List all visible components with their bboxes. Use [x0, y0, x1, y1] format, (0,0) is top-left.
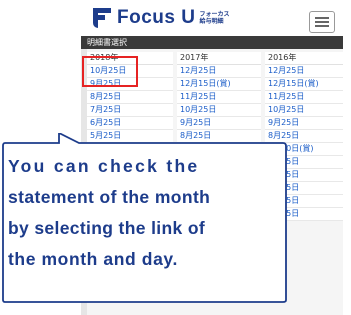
logo: Focus U フォーカス 給与明細 — [93, 7, 229, 29]
logo-subtitle: フォーカス 給与明細 — [199, 11, 230, 25]
statement-date-link[interactable]: 12月15日(賞) — [265, 78, 343, 91]
logo-text: Focus U — [117, 7, 196, 28]
statement-date-link[interactable]: 9月25日 — [265, 117, 343, 130]
callout-line-4: the month and day. — [8, 249, 178, 269]
callout-line-2: statement of the month — [8, 187, 211, 207]
section-title: 明細書選択 — [81, 36, 343, 49]
statement-date-link[interactable]: 10月25日 — [265, 104, 343, 117]
hamburger-menu-button[interactable] — [309, 11, 335, 33]
year-header: 2016年 — [265, 52, 343, 65]
statement-date-link[interactable]: 12月15日(賞) — [177, 78, 261, 91]
callout-line-3: by selecting the link of — [8, 218, 206, 238]
year-header: 2017年 — [177, 52, 261, 65]
callout-line-1: You can check the — [8, 156, 200, 176]
statement-date-link[interactable]: 11月25日 — [265, 91, 343, 104]
statement-date-link[interactable]: 5月25日 — [87, 130, 173, 143]
statement-date-link[interactable]: 12月25日 — [265, 65, 343, 78]
statement-date-link[interactable]: 6月25日 — [87, 117, 173, 130]
callout-text: You can check the statement of the month… — [8, 151, 278, 275]
statement-date-link[interactable]: 7月25日 — [87, 104, 173, 117]
app-header: Focus U フォーカス 給与明細 — [81, 0, 343, 36]
statement-date-link[interactable]: 11月25日 — [177, 91, 261, 104]
statement-date-link[interactable]: 12月25日 — [177, 65, 261, 78]
statement-date-link[interactable]: 8月25日 — [87, 91, 173, 104]
statement-date-link[interactable]: 8月25日 — [177, 130, 261, 143]
highlight-box — [82, 56, 138, 87]
statement-date-link[interactable]: 9月25日 — [177, 117, 261, 130]
statement-date-link[interactable]: 10月25日 — [177, 104, 261, 117]
statement-date-link[interactable]: 8月25日 — [265, 130, 343, 143]
logo-mark-icon — [93, 8, 111, 28]
